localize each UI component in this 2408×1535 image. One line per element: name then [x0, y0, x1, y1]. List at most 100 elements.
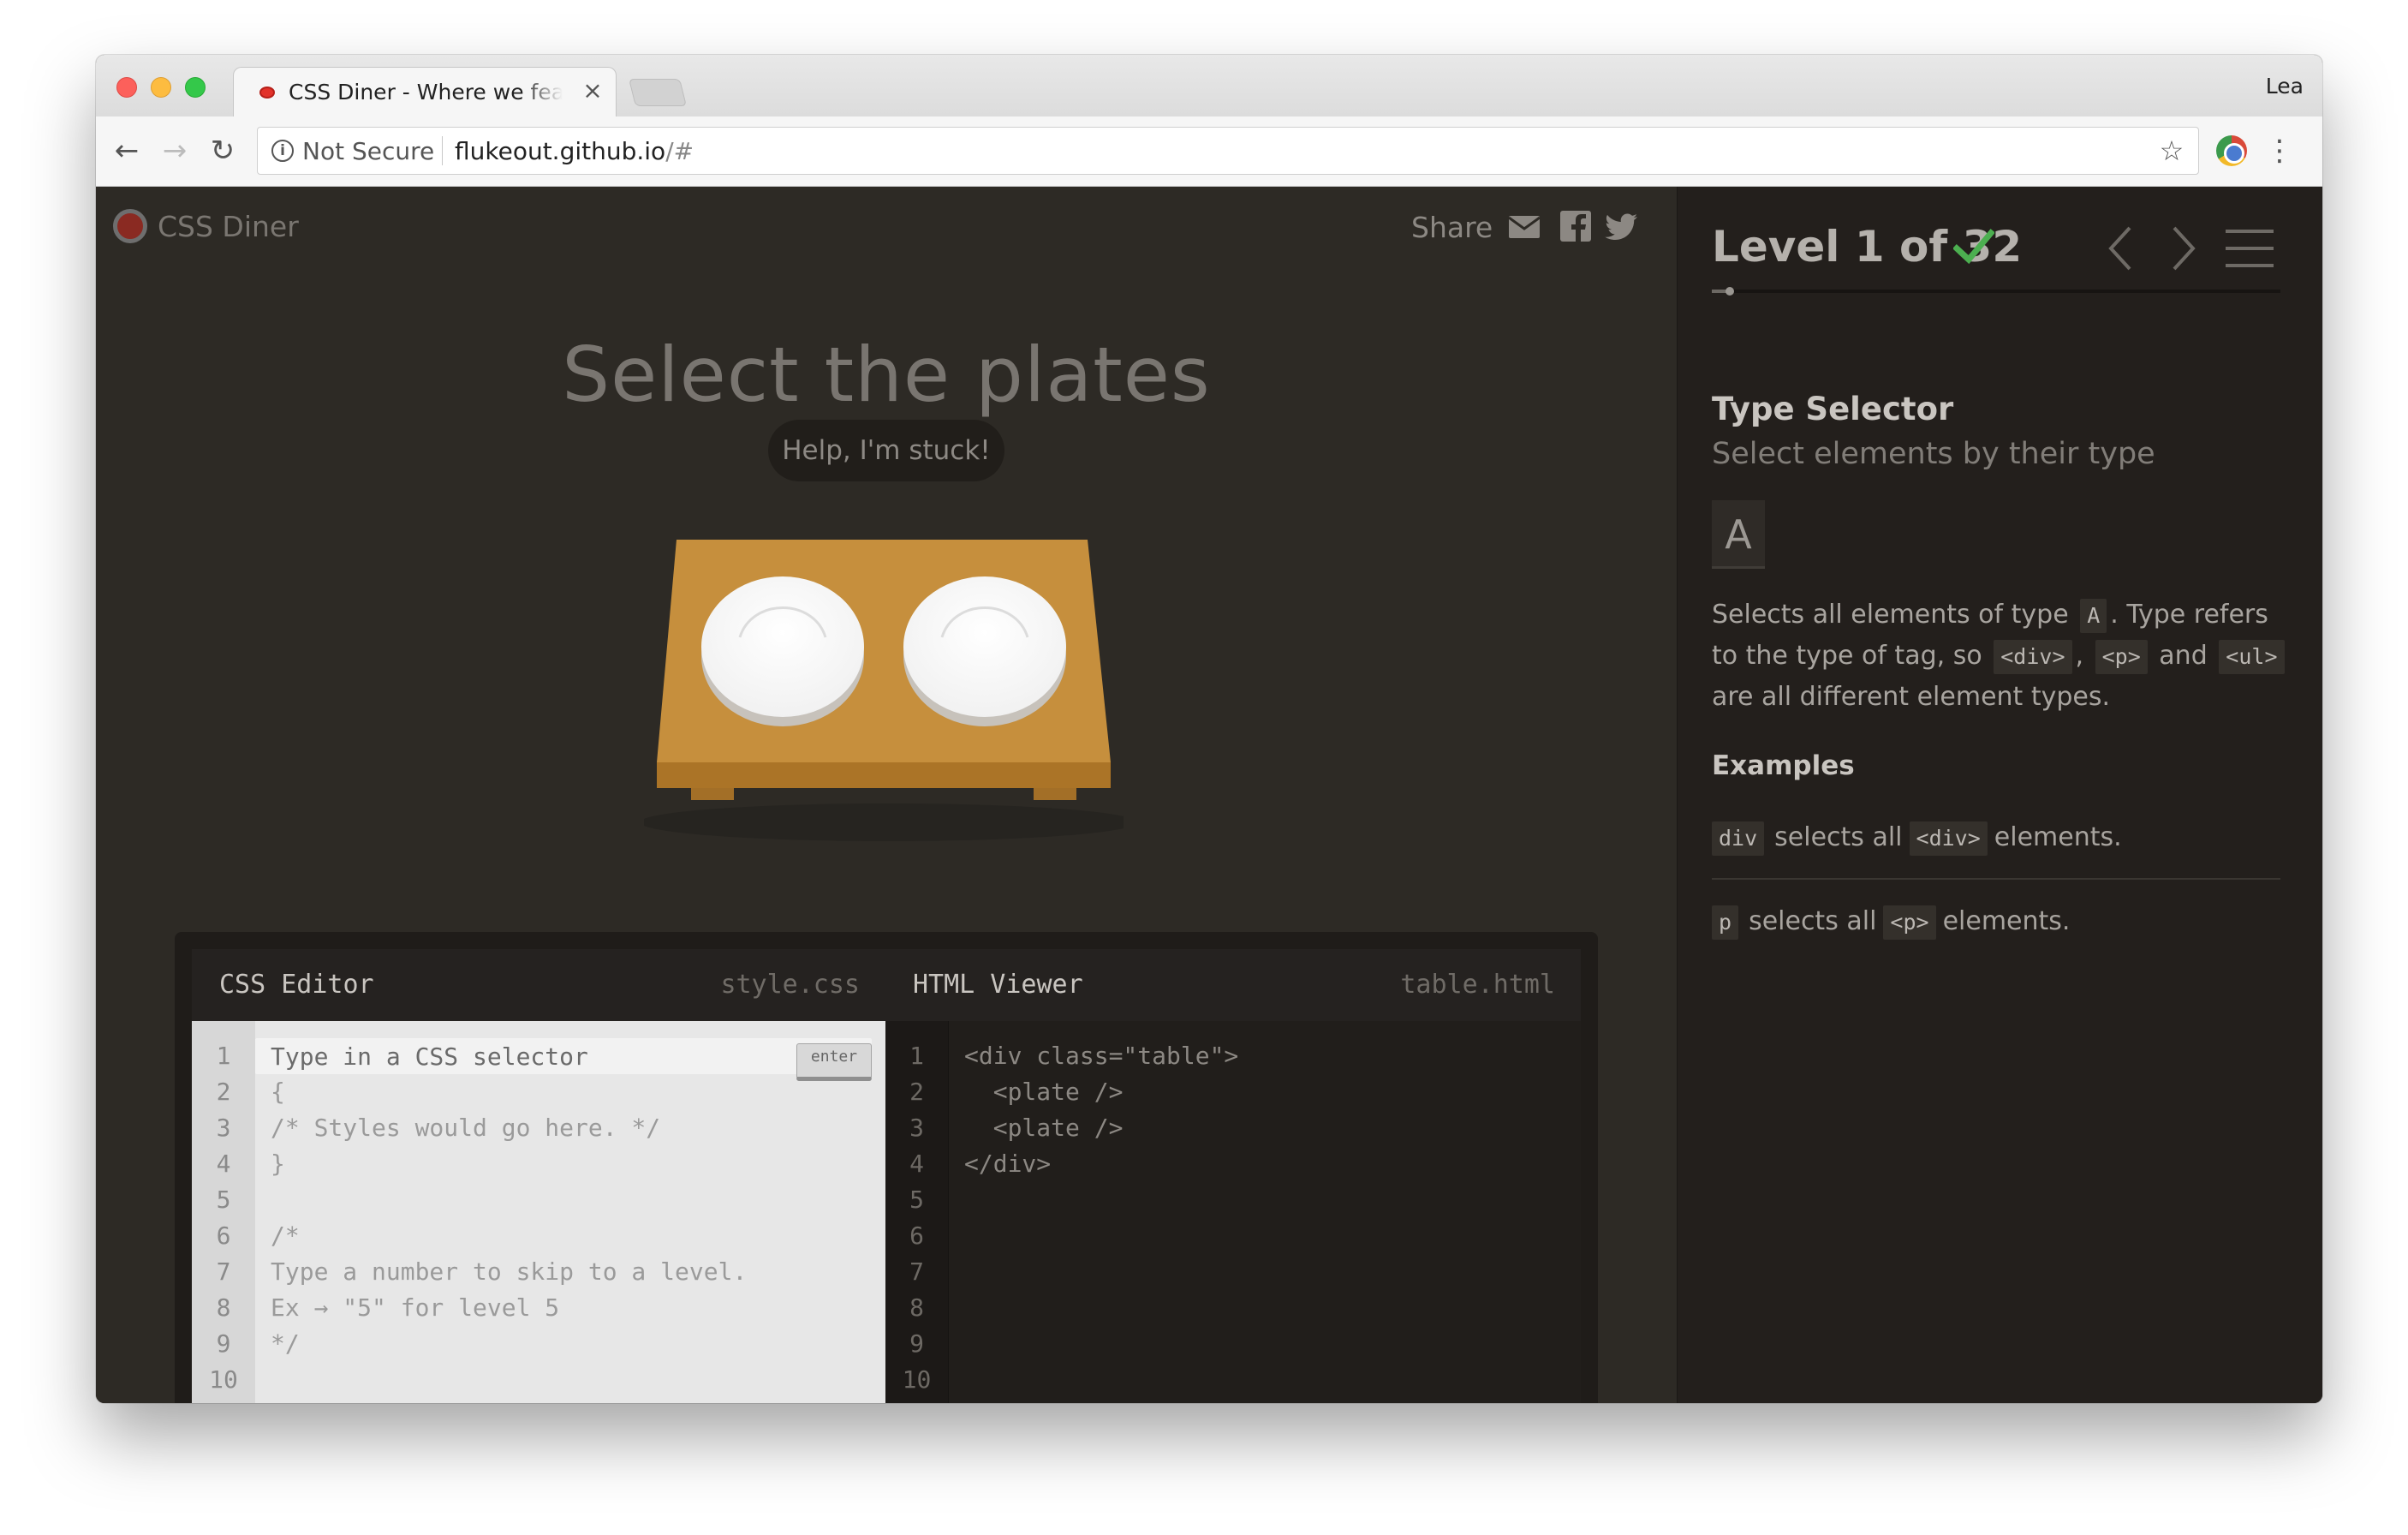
editor: CSS Editor style.css HTML Viewer table.h…: [192, 949, 1581, 1403]
facebook-icon[interactable]: [1559, 209, 1593, 243]
line-number: 8: [216, 1293, 231, 1322]
line-number: 3: [216, 1114, 231, 1142]
line-number: 4: [216, 1150, 231, 1178]
minimize-window-button[interactable]: [151, 77, 171, 98]
code-line: }: [271, 1150, 285, 1178]
maximize-window-button[interactable]: [185, 77, 206, 98]
previous-level-icon[interactable]: [2104, 224, 2138, 272]
back-arrow-icon[interactable]: ←: [110, 134, 144, 168]
html-line-numbers: 1 2 3 4 5 6 7 8 9 10 11 12: [885, 1021, 949, 1403]
progress-marker: [1725, 287, 1734, 296]
css-editor-header: CSS Editor style.css: [192, 949, 885, 1021]
description-text: Selects all elements of type: [1712, 600, 2069, 630]
tab-title: CSS Diner - Where we feast on CSS: [289, 80, 563, 105]
level-sidebar: Level 1 of 32 Type Selector Select eleme…: [1677, 187, 2322, 1403]
line-number: 5: [909, 1186, 924, 1214]
css-filename: style.css: [720, 970, 860, 1000]
level-menu-icon[interactable]: [2226, 226, 2274, 271]
divider: [1712, 878, 2280, 880]
game-area: CSS Diner Share Select the plates Help, …: [96, 187, 1677, 1403]
selector-syntax: A: [1712, 500, 1765, 569]
level-progress-bar: [1712, 287, 2280, 296]
html-markup-line[interactable]: <plate />: [964, 1110, 1581, 1146]
logo-icon: [113, 209, 147, 243]
tab-close-button[interactable]: ×: [580, 78, 605, 104]
help-button[interactable]: Help, I'm stuck!: [768, 420, 1004, 481]
selector-description: Selects all elements of type A. Type ref…: [1712, 594, 2294, 718]
code-line: {: [271, 1078, 285, 1106]
url-path: /#: [665, 137, 694, 165]
code-tag: <p>: [2095, 640, 2148, 674]
selector-subtitle: Select elements by their type: [1712, 437, 2155, 471]
level-instruction: Select the plates: [562, 331, 1211, 419]
plate[interactable]: [701, 576, 864, 726]
description-text: and: [2159, 641, 2208, 671]
html-markup-line[interactable]: <plate />: [964, 1074, 1581, 1110]
css-input-row: enter: [255, 1038, 872, 1081]
kebab-menu-icon[interactable]: ⋮: [2262, 134, 2297, 168]
code-tag: p: [1712, 905, 1739, 940]
code-line: /*: [271, 1221, 300, 1250]
line-number: 6: [909, 1221, 924, 1250]
share-label: Share: [1411, 211, 1493, 244]
selector-name: Type Selector: [1712, 391, 1954, 427]
examples-title: Examples: [1712, 750, 1855, 781]
info-icon[interactable]: i: [271, 140, 294, 162]
table-scene: [644, 540, 1124, 841]
line-number: 11: [885, 1398, 948, 1403]
html-viewer-header: HTML Viewer table.html: [885, 949, 1581, 1021]
mail-icon[interactable]: [1507, 209, 1541, 243]
browser-toolbar: ← → ↻ i Not Secure flukeout.github.io/# …: [96, 116, 2322, 187]
forward-arrow-icon[interactable]: →: [158, 134, 192, 168]
line-number: 1: [909, 1042, 924, 1070]
code-tag: A: [2080, 599, 2107, 633]
css-selector-input[interactable]: [271, 1038, 784, 1074]
profile-name[interactable]: Lea: [2266, 74, 2304, 99]
line-number: 3: [909, 1114, 924, 1142]
example-item: div selects all <div> elements.: [1712, 819, 2280, 857]
description-text: ,: [2075, 641, 2084, 671]
enter-button[interactable]: enter: [796, 1043, 872, 1081]
line-number: 9: [909, 1329, 924, 1358]
tab-strip: CSS Diner - Where we feast on CSS × Lea: [96, 55, 2322, 116]
code-tag: <div>: [1909, 821, 1988, 856]
html-viewer-title: HTML Viewer: [913, 970, 1083, 1000]
example-item: p selects all <p> elements.: [1712, 903, 2280, 941]
html-markup-line[interactable]: <div class="table">: [964, 1038, 1581, 1074]
star-icon[interactable]: ☆: [2157, 136, 2186, 165]
line-number: 6: [216, 1221, 231, 1250]
url-text[interactable]: flukeout.github.io/#: [455, 138, 694, 165]
html-markup-line[interactable]: </div>: [964, 1146, 1581, 1182]
line-number: 1: [216, 1042, 231, 1070]
line-number: 2: [909, 1078, 924, 1106]
code-tag: <ul>: [2219, 640, 2285, 674]
line-number: 10: [902, 1365, 932, 1394]
plate[interactable]: [903, 576, 1066, 726]
security-label[interactable]: Not Secure: [302, 138, 434, 165]
html-viewer-body: 1 2 3 4 5 6 7 8 9 10 11 12: [885, 1021, 1581, 1403]
example-text: selects all: [1749, 906, 1877, 936]
new-tab-button[interactable]: [629, 79, 687, 106]
line-number: 2: [216, 1078, 231, 1106]
twitter-icon[interactable]: [1605, 209, 1639, 243]
extension-icon[interactable]: [2216, 135, 2247, 166]
html-filename: table.html: [1400, 970, 1555, 1000]
editor-panel: CSS Editor style.css HTML Viewer table.h…: [175, 932, 1598, 1403]
reload-icon[interactable]: ↻: [206, 134, 240, 168]
html-code: <div class="table"> <plate /> <plate /> …: [949, 1021, 1581, 1403]
css-code: { /* Styles would go here. */ } /* Type …: [255, 1021, 885, 1403]
close-window-button[interactable]: [116, 77, 137, 98]
address-bar[interactable]: i Not Secure flukeout.github.io/# ☆: [257, 127, 2199, 175]
next-level-icon[interactable]: [2166, 224, 2200, 272]
browser-tab[interactable]: CSS Diner - Where we feast on CSS ×: [233, 67, 617, 116]
css-editor-body: 1 2 3 4 5 6 7 8 9 10 11 12: [192, 1021, 885, 1403]
css-editor-title: CSS Editor: [219, 970, 374, 1000]
address-divider: [442, 136, 443, 165]
